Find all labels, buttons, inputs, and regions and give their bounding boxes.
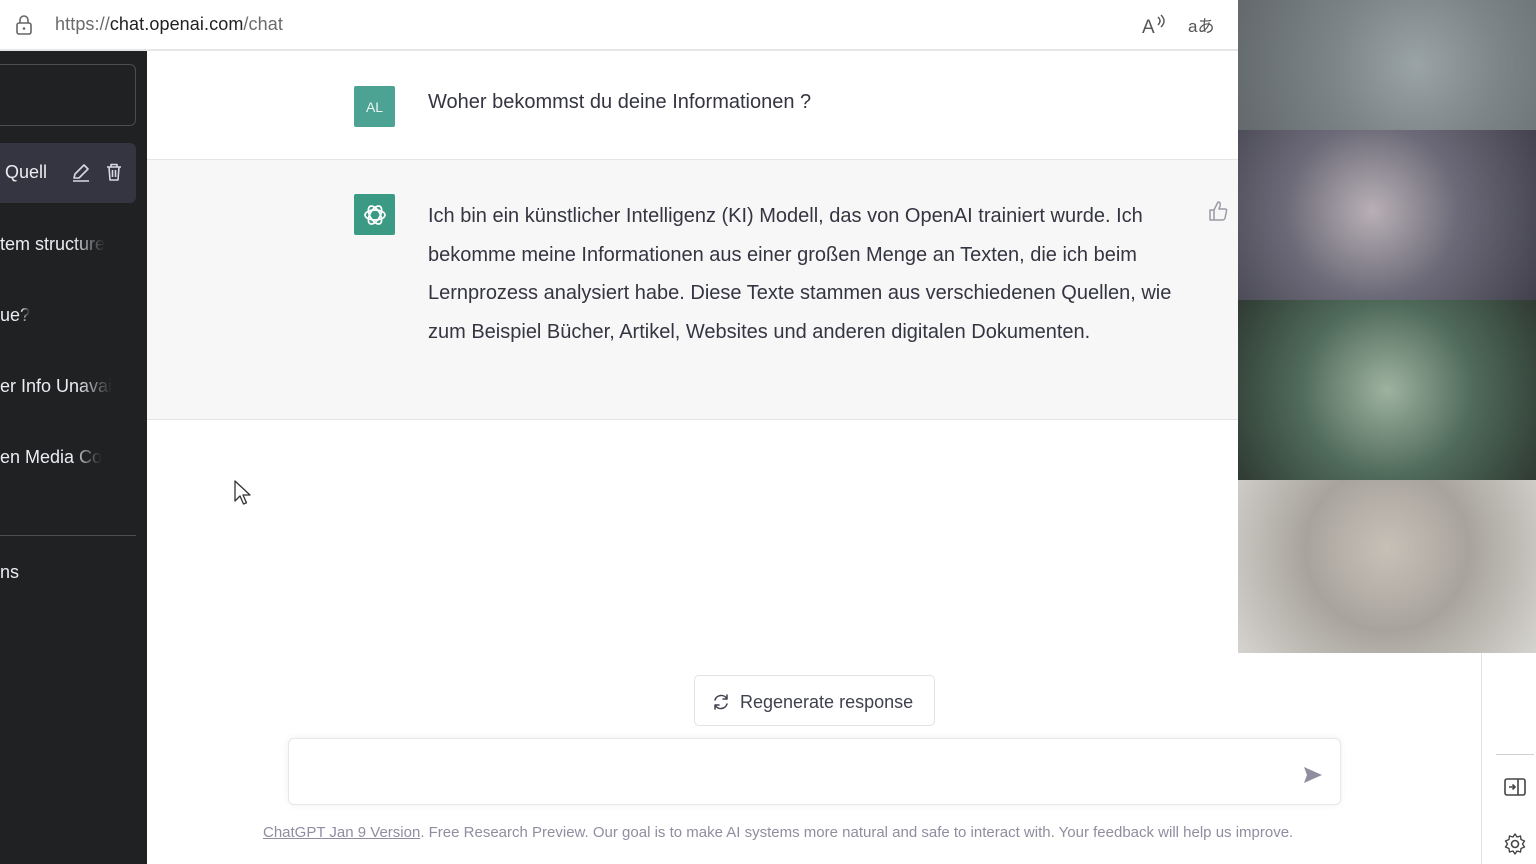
user-avatar: AL	[354, 86, 395, 127]
sidebar-conversation[interactable]: tem structure	[0, 215, 136, 275]
regenerate-label: Regenerate response	[740, 692, 914, 712]
browser-address-bar: https://chat.openai.com/chat A aあ	[0, 0, 1238, 51]
user-message-text: Woher bekommst du deine Informationen ?	[428, 91, 812, 113]
edit-icon[interactable]	[70, 161, 92, 183]
new-chat-button[interactable]	[0, 64, 136, 126]
screen: https://chat.openai.com/chat A aあ Quell …	[0, 0, 1536, 864]
browser-side-strip	[1481, 653, 1536, 864]
video-tile	[1238, 130, 1536, 310]
url-path: /chat	[243, 14, 283, 34]
sidebar: Quell tem structure ue? er Info Unavai e…	[0, 51, 147, 864]
assistant-message-row: Ich bin ein künstlicher Intelligenz (KI)…	[147, 160, 1238, 420]
video-call-overlay	[1238, 0, 1536, 653]
video-tile	[1238, 480, 1536, 653]
lock-icon[interactable]	[14, 14, 34, 36]
url-host: chat.openai.com	[109, 14, 244, 34]
sidebar-bottom-label: ns	[0, 562, 20, 582]
message-composer	[288, 738, 1341, 805]
footer-disclaimer: ChatGPT Jan 9 Version. Free Research Pre…	[263, 824, 1293, 841]
version-link[interactable]: ChatGPT Jan 9 Version	[263, 824, 420, 841]
openai-logo-icon	[354, 194, 395, 235]
message-input[interactable]	[305, 757, 1285, 787]
url-field[interactable]: https://chat.openai.com/chat	[55, 14, 283, 35]
thumbs-up-icon[interactable]	[1207, 200, 1229, 222]
sidebar-bottom-item[interactable]: ns	[0, 543, 136, 603]
svg-text:A: A	[1142, 17, 1155, 38]
regenerate-response-button[interactable]: Regenerate response	[694, 675, 935, 726]
strip-divider	[1496, 754, 1534, 755]
user-message-row: AL Woher bekommst du deine Informationen…	[147, 51, 1238, 160]
conversation-label: ue?	[0, 305, 31, 325]
conversation-label: en Media Co	[0, 447, 103, 467]
video-tile	[1238, 300, 1536, 480]
sidebar-divider	[0, 535, 136, 536]
gear-icon[interactable]	[1502, 831, 1528, 857]
sidebar-conversation[interactable]: ue?	[0, 286, 136, 346]
refresh-icon	[714, 694, 728, 710]
conversation-label: er Info Unavai	[0, 376, 113, 396]
conversation-label: Quell	[5, 162, 48, 182]
mouse-cursor-icon	[234, 480, 251, 505]
send-icon[interactable]	[1302, 764, 1324, 786]
translate-icon[interactable]: aあ	[1188, 12, 1216, 38]
assistant-message-text: Ich bin ein künstlicher Intelligenz (KI)…	[428, 205, 1172, 343]
sidebar-conversation[interactable]: er Info Unavai	[0, 357, 136, 417]
read-aloud-icon[interactable]: A	[1141, 12, 1167, 38]
sidebar-toggle-icon[interactable]	[1502, 774, 1528, 800]
conversation-label: tem structure	[0, 234, 106, 254]
url-scheme: https://	[55, 14, 110, 34]
footer-text: . Free Research Preview. Our goal is to …	[420, 824, 1294, 841]
sidebar-conversation-active[interactable]: Quell	[0, 143, 136, 203]
sidebar-conversation[interactable]: en Media Co	[0, 428, 136, 488]
delete-icon[interactable]	[103, 161, 125, 183]
